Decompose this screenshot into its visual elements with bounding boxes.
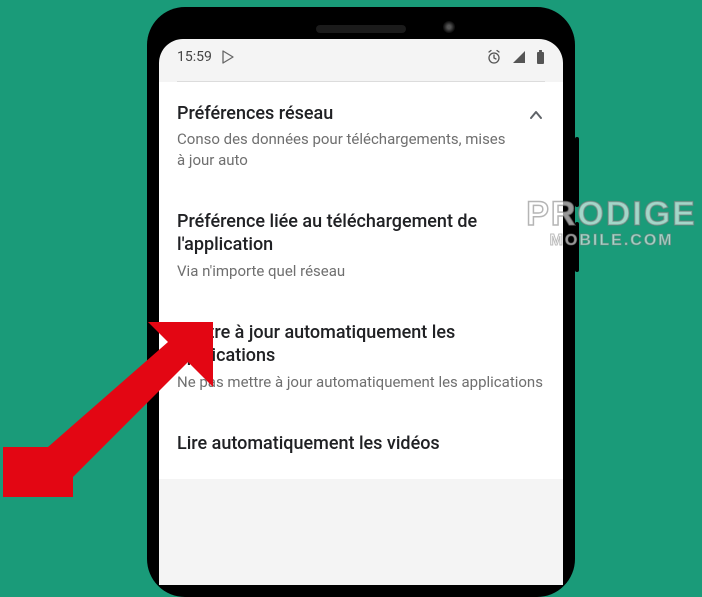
front-camera xyxy=(443,21,455,33)
signal-icon xyxy=(512,50,526,64)
battery-icon xyxy=(536,50,545,65)
setting-title: Préférences réseau xyxy=(177,102,517,125)
status-time: 15:59 xyxy=(177,49,212,65)
phone-frame: 15:59 Préférences r xyxy=(147,7,575,597)
setting-subtitle: Via n'importe quel réseau xyxy=(177,261,545,281)
play-store-icon xyxy=(222,50,235,64)
setting-network-preferences[interactable]: Préférences réseau Conso des données pou… xyxy=(177,82,545,190)
screen: 15:59 Préférences r xyxy=(159,39,563,585)
setting-auto-play-videos[interactable]: Lire automatiquement les vidéos xyxy=(177,412,545,479)
settings-list: Préférences réseau Conso des données pou… xyxy=(159,82,563,479)
alarm-icon xyxy=(486,49,502,65)
setting-title: Mettre à jour automatiquement les applic… xyxy=(177,321,545,368)
status-bar: 15:59 xyxy=(159,39,563,73)
setting-title: Préférence liée au téléchargement de l'a… xyxy=(177,210,545,257)
notch xyxy=(316,25,406,33)
setting-subtitle: Conso des données pour téléchargements, … xyxy=(177,129,517,170)
side-button xyxy=(575,222,579,272)
chevron-up-icon xyxy=(527,102,545,128)
setting-subtitle: Ne pas mettre à jour automatiquement les… xyxy=(177,372,545,392)
setting-auto-update-apps[interactable]: Mettre à jour automatiquement les applic… xyxy=(177,301,545,412)
setting-title: Lire automatiquement les vidéos xyxy=(177,432,545,455)
side-button xyxy=(575,137,579,207)
setting-download-preference[interactable]: Préférence liée au téléchargement de l'a… xyxy=(177,190,545,301)
